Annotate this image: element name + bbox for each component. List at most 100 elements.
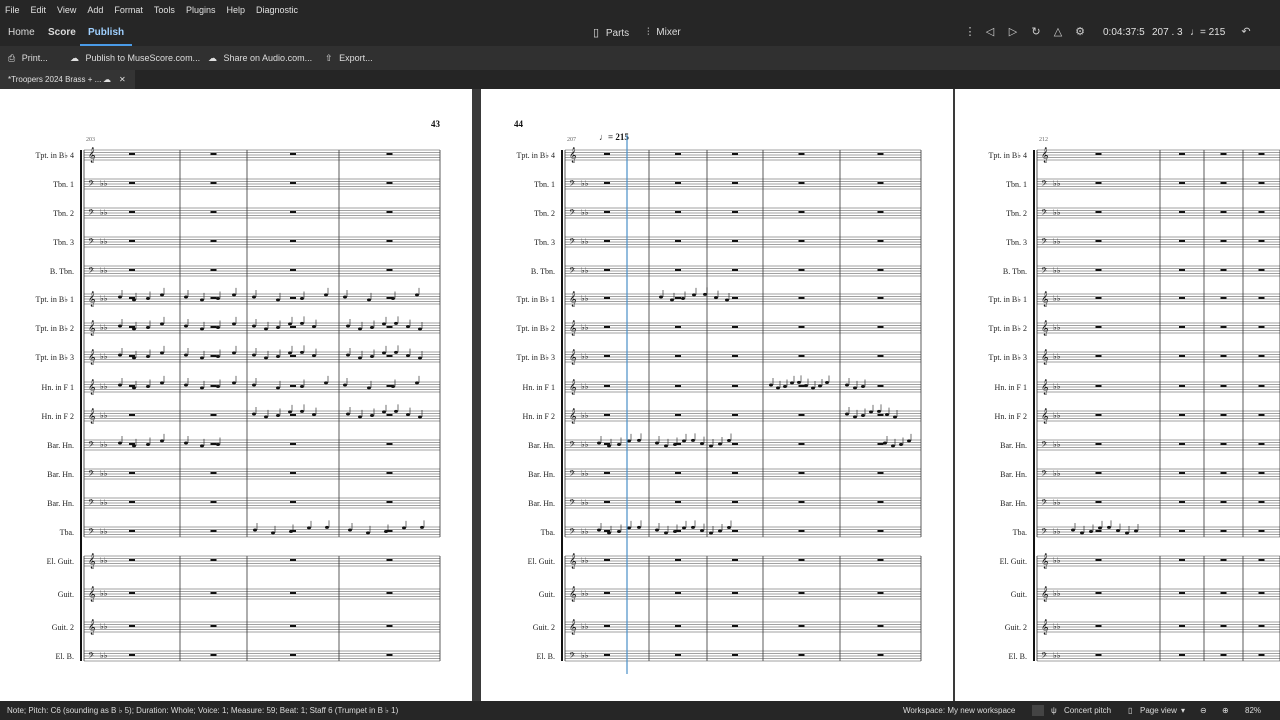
staff: Guit. 𝄞 ♭♭ xyxy=(58,586,440,602)
score-page-45[interactable]: Tpt. in B♭ 4 𝄞 Tbn. 1 𝄢 ♭♭ Tbn. 2 𝄢 ♭♭ Tbn. 3 𝄢 ♭♭… xyxy=(955,89,1280,701)
whole-rest xyxy=(386,355,393,357)
whole-rest xyxy=(290,559,296,561)
whole-rest xyxy=(290,269,296,271)
note-head xyxy=(264,327,268,331)
chevron-down-icon[interactable]: ▾ xyxy=(1181,701,1185,720)
menu-format[interactable]: Format xyxy=(109,5,149,15)
whole-rest xyxy=(675,269,681,271)
note-head xyxy=(160,381,164,385)
menu-diagnostic[interactable]: Diagnostic xyxy=(251,5,304,15)
note-head xyxy=(384,530,388,534)
cloud-icon: ☁ xyxy=(103,75,111,84)
staff: Tbn. 2 𝄢 ♭♭ xyxy=(53,207,440,220)
export-button[interactable]: ⇧ Export... xyxy=(325,46,373,70)
concert-pitch-toggle[interactable] xyxy=(1032,705,1044,716)
clef-icon: 𝄢 xyxy=(569,238,576,249)
key-signature: ♭♭ xyxy=(100,323,108,332)
publish-toolbar: ⎙ Print... ☁ Publish to MuseScore.com...… xyxy=(0,46,1280,70)
loop-icon[interactable]: ↻ xyxy=(1030,26,1042,38)
score-page-43[interactable]: Tpt. in B♭ 4 𝄞 Tbn. 1 𝄢 ♭♭ Tbn. 2 𝄢 ♭♭ Tbn. 3 𝄢 ♭♭… xyxy=(0,89,472,701)
whole-rest xyxy=(675,182,681,184)
menu-edit[interactable]: Edit xyxy=(26,5,53,15)
publish-musescore-button[interactable]: ☁ Publish to MuseScore.com... xyxy=(70,46,200,70)
menu-view[interactable]: View xyxy=(52,5,82,15)
note-head xyxy=(370,326,374,330)
menu-file[interactable]: File xyxy=(0,5,26,15)
key-signature: ♭♭ xyxy=(581,440,589,449)
document-tab[interactable]: *Troopers 2024 Brass + ... ☁ ✕ xyxy=(0,70,135,89)
clef-icon: 𝄞 xyxy=(569,586,577,602)
printer-icon: ⎙ xyxy=(8,53,16,63)
note-head xyxy=(232,293,236,297)
whole-rest xyxy=(798,153,805,155)
parts-label: Parts xyxy=(605,28,630,39)
staff: Bar. Hn. 𝄢 ♭♭ xyxy=(1000,439,1280,452)
key-signature: ♭♭ xyxy=(1053,411,1061,420)
note-head xyxy=(845,412,849,416)
drag-handle-icon[interactable]: ⋮ xyxy=(964,26,976,38)
clef-icon: 𝄢 xyxy=(88,209,95,220)
instrument-label: Tpt. in B♭ 3 xyxy=(517,353,555,362)
whole-rest xyxy=(129,501,135,503)
note-head xyxy=(709,444,713,448)
note-head xyxy=(1134,529,1138,533)
clef-icon: 𝄢 xyxy=(1041,652,1048,663)
note-head xyxy=(607,531,611,535)
whole-rest xyxy=(675,211,681,213)
note-head xyxy=(367,298,371,302)
menu-plugins[interactable]: Plugins xyxy=(181,5,222,15)
clef-icon: 𝄢 xyxy=(88,180,95,191)
key-signature: ♭♭ xyxy=(581,411,589,420)
zoom-out-icon[interactable]: ⊖ xyxy=(1200,701,1207,720)
whole-rest xyxy=(290,240,296,242)
close-icon[interactable]: ✕ xyxy=(119,70,126,89)
view-mode-select[interactable]: Page view xyxy=(1140,701,1177,720)
whole-rest xyxy=(129,269,135,271)
clef-icon: 𝄞 xyxy=(1041,586,1049,602)
menu-tools[interactable]: Tools xyxy=(149,5,181,15)
instrument-label: B. Tbn. xyxy=(50,267,74,276)
key-signature: ♭♭ xyxy=(1053,237,1061,246)
play-icon[interactable]: ▷ xyxy=(1007,26,1019,38)
menu-help[interactable]: Help xyxy=(221,5,251,15)
menu-add[interactable]: Add xyxy=(82,5,109,15)
whole-rest xyxy=(1220,153,1227,155)
note-head xyxy=(118,383,122,387)
zoom-in-icon[interactable]: ⊕ xyxy=(1222,701,1229,720)
whole-rest xyxy=(604,269,610,271)
clef-icon: 𝄞 xyxy=(88,408,96,424)
undo-icon[interactable]: ↶ xyxy=(1240,26,1252,38)
note-head xyxy=(160,439,164,443)
whole-rest xyxy=(877,472,884,474)
note-head xyxy=(146,443,150,447)
instrument-label: Tba. xyxy=(60,528,74,537)
gear-icon[interactable]: ⚙ xyxy=(1074,26,1086,38)
tab-score[interactable]: Score xyxy=(40,20,84,46)
whole-rest xyxy=(1095,153,1102,155)
rewind-icon[interactable]: ◁ xyxy=(984,26,996,38)
whole-rest xyxy=(604,211,610,213)
share-audio-button[interactable]: ☁ Share on Audio.com... xyxy=(208,46,312,70)
whole-rest xyxy=(1258,625,1265,627)
zoom-level[interactable]: 82% xyxy=(1245,701,1261,720)
metronome-icon[interactable]: △ xyxy=(1052,26,1064,38)
status-bar: Note; Pitch: C6 (sounding as B ♭ 5); Dur… xyxy=(0,701,1280,720)
score-page-44[interactable]: Tpt. in B♭ 4 𝄞 Tbn. 1 𝄢 ♭♭ Tbn. 2 𝄢 ♭♭ Tbn. 3 𝄢 ♭♭… xyxy=(481,89,953,701)
whole-rest xyxy=(290,472,296,474)
parts-button[interactable]: ▯ Parts xyxy=(593,20,629,46)
workspace-selector[interactable]: Workspace: My new workspace xyxy=(903,701,1015,720)
score-canvas[interactable]: Tpt. in B♭ 4 𝄞 Tbn. 1 𝄢 ♭♭ Tbn. 2 𝄢 ♭♭ Tbn. 3 𝄢 ♭♭… xyxy=(0,89,1280,701)
whole-rest xyxy=(732,414,738,416)
clef-icon: 𝄞 xyxy=(88,320,96,336)
mixer-button[interactable]: ⫶ Mixer xyxy=(647,20,681,46)
tab-publish[interactable]: Publish xyxy=(80,20,133,46)
concert-pitch-label: Concert pitch xyxy=(1064,706,1112,715)
mixer-label: Mixer xyxy=(656,27,681,38)
print-button[interactable]: ⎙ Print... xyxy=(8,46,48,70)
measure-number: 212 xyxy=(1039,137,1048,143)
whole-rest xyxy=(1179,501,1185,503)
whole-rest xyxy=(798,654,805,656)
tab-home[interactable]: Home xyxy=(0,20,43,46)
whole-rest xyxy=(675,153,681,155)
note-head xyxy=(907,439,911,443)
